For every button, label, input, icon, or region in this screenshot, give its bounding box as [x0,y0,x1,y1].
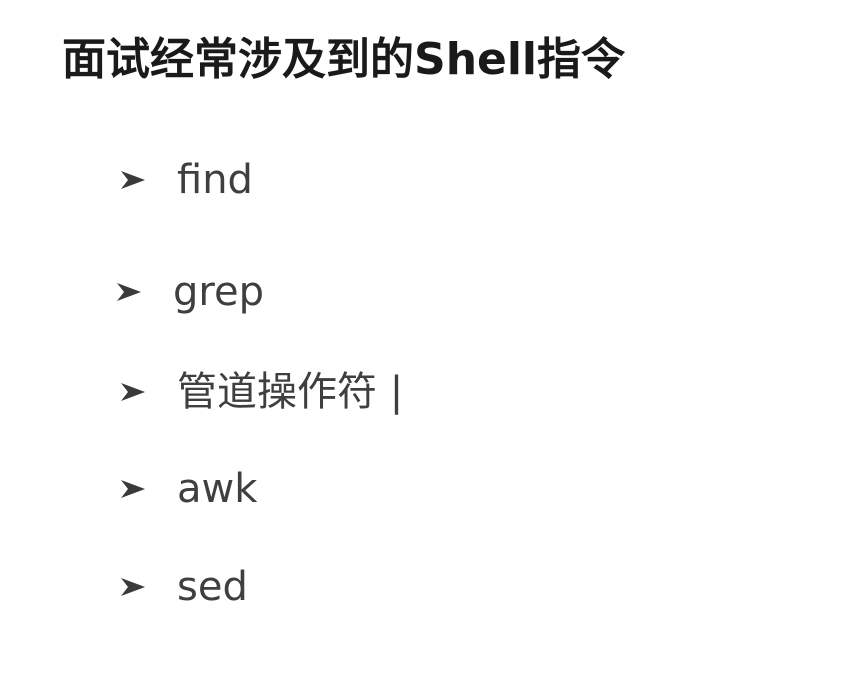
bullet-text: find [177,157,253,203]
bullet-text: sed [177,564,248,610]
arrowhead-bullet-icon [116,281,142,303]
arrowhead-bullet-icon [120,169,146,191]
bullet-text: awk [177,466,258,512]
bullet-text: grep [173,269,264,315]
bullet-text: 管道操作符 | [177,369,404,415]
arrowhead-bullet-icon [120,381,146,403]
slide: 面试经常涉及到的Shell指令 find grep 管道操作符 | awk se… [0,0,850,676]
arrowhead-bullet-icon [120,478,146,500]
slide-title: 面试经常涉及到的Shell指令 [62,34,626,85]
arrowhead-bullet-icon [120,576,146,598]
